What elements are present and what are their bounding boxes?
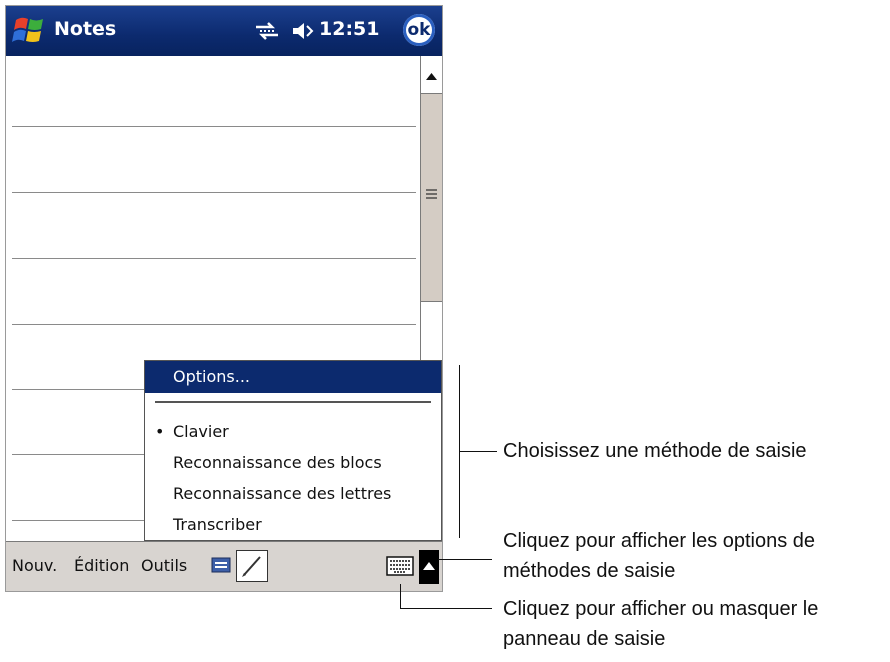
- check-bullet-icon: •: [155, 422, 165, 441]
- pen-icon[interactable]: [236, 550, 268, 582]
- ok-button[interactable]: ok: [403, 14, 435, 46]
- menu-new[interactable]: Nouv.: [12, 556, 57, 575]
- menu-item-transcriber[interactable]: Transcriber: [145, 509, 441, 541]
- speaker-icon[interactable]: [291, 20, 315, 42]
- input-method-menu: Options... • Clavier Reconnaissance des …: [144, 360, 442, 541]
- annotation-leader: [459, 451, 497, 452]
- annotation-leader: [438, 559, 492, 560]
- annotation-options: Cliquez pour afficher les options de mét…: [503, 526, 815, 586]
- annotation-panel-line2: panneau de saisie: [503, 628, 666, 650]
- ruled-line: [12, 126, 416, 127]
- annotation-leader: [400, 584, 401, 609]
- ruled-line: [12, 192, 416, 193]
- ruled-line: [12, 258, 416, 259]
- ruled-line: [12, 324, 416, 325]
- title-bar: Notes 12:51 ok: [6, 6, 442, 56]
- annotation-options-line2: méthodes de saisie: [503, 560, 676, 582]
- triangle-up-icon: [423, 562, 435, 570]
- connectivity-icon[interactable]: [254, 20, 280, 42]
- menu-item-label: Clavier: [173, 422, 229, 441]
- scroll-up-button[interactable]: [421, 56, 442, 94]
- menu-item-letter-recognizer[interactable]: Reconnaissance des lettres: [145, 478, 441, 510]
- annotation-options-line1: Cliquez pour afficher les options de: [503, 530, 816, 552]
- keyboard-toggle-icon[interactable]: [211, 557, 231, 573]
- grip-icon: [426, 189, 437, 199]
- menu-item-block-recognizer[interactable]: Reconnaissance des blocs: [145, 447, 441, 479]
- annotation-panel: Cliquez pour afficher ou masquer le pann…: [503, 594, 818, 654]
- triangle-up-icon: [426, 73, 437, 80]
- pocket-pc-screen: Notes 12:51 ok Options... • Clavier Reco…: [5, 5, 443, 592]
- menu-item-clavier[interactable]: • Clavier: [145, 416, 441, 448]
- clock: 12:51: [319, 18, 380, 40]
- annotation-leader: [400, 608, 492, 609]
- menu-item-options[interactable]: Options...: [145, 361, 441, 393]
- annotation-panel-line1: Cliquez pour afficher ou masquer le: [503, 598, 819, 620]
- app-title: Notes: [54, 18, 117, 40]
- menu-bar: Nouv. Édition Outils: [6, 541, 442, 591]
- input-selector-arrow[interactable]: [419, 550, 439, 584]
- annotation-choose-method: Choisissez une méthode de saisie: [503, 440, 807, 462]
- scroll-thumb[interactable]: [421, 94, 442, 302]
- menu-separator: [155, 401, 431, 403]
- windows-flag-icon[interactable]: [12, 14, 46, 46]
- keyboard-icon[interactable]: [386, 555, 414, 577]
- menu-edit[interactable]: Édition: [74, 556, 129, 575]
- menu-tools[interactable]: Outils: [141, 556, 187, 575]
